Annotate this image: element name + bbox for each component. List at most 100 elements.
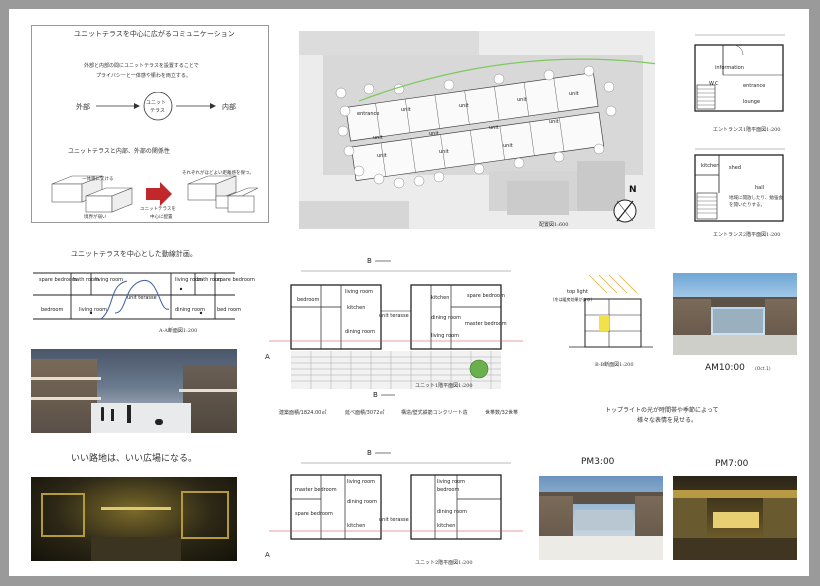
- unit-1f-room: dining room: [431, 315, 461, 321]
- unit-2f-room: living room: [437, 479, 465, 485]
- stat-structure: 構造/壁式鉄筋コンクリート造: [401, 410, 468, 416]
- section-room: living room: [95, 277, 123, 283]
- note-result: それぞれがほどよい距離感を保つ。: [182, 171, 254, 176]
- section-bb-drawing: [569, 274, 653, 348]
- stat-floor-area: 延べ面積/3072㎡: [345, 410, 385, 416]
- note-no-privacy: 境界が弱い: [84, 215, 107, 220]
- entrance-1f-caption: エントランス1階平面図1:200: [713, 127, 781, 133]
- unit-1f-room: master bedroom: [465, 321, 507, 327]
- section-room: living room: [79, 307, 107, 313]
- pm7-time-label: PM7:00: [715, 459, 749, 469]
- unit-2f-drawing: B A: [265, 449, 523, 559]
- section-room: spare bedroom: [39, 277, 77, 283]
- alley-title: いい路地は、いい広場になる。: [71, 454, 198, 464]
- entrance-2f-note: 地域に開放したり、勉強会を開いたりする。: [729, 196, 783, 208]
- unit-2f-room: spare bedroom: [295, 511, 333, 517]
- concept-panel: ユニットテラスを中心に広がるコミュニケーション 外部と内部の間にユニットテラスを…: [31, 25, 269, 223]
- render-am: [673, 273, 797, 355]
- site-caption: 配置図1:600: [539, 222, 569, 228]
- svg-text:B: B: [367, 257, 372, 265]
- svg-text:B: B: [367, 449, 372, 457]
- north-label: N: [629, 185, 637, 195]
- unit-1f-room: spare bedroom: [467, 293, 505, 299]
- site-entrance-label: entrance: [357, 111, 380, 117]
- section-room: bedroom: [41, 307, 64, 313]
- entrance-1f-room: information: [715, 65, 744, 71]
- unit-2f-room: master bedroom: [295, 487, 337, 493]
- unit-1f-room: dining room: [345, 329, 375, 335]
- relation-title: ユニットテラスと内部、外部の関係性: [68, 148, 170, 155]
- section-bb-caption: B-B断面図1:200: [595, 362, 634, 368]
- stat-building-area: 建築面積/1824.00㎡: [279, 410, 327, 416]
- unit-1f-room: kitchen: [347, 305, 366, 311]
- unit-1f-room: kitchen: [431, 295, 450, 301]
- unit-1f-drawing: B A B: [265, 257, 523, 399]
- flow-center-label-1: ユニット: [146, 100, 167, 106]
- unit-1f-room: bedroom: [297, 297, 320, 303]
- site-unit-label: unit: [401, 107, 411, 113]
- site-unit-label: unit: [569, 91, 579, 97]
- section-room: unit terasse: [127, 295, 157, 301]
- toplight-label: top light: [567, 289, 588, 295]
- unit-2f-room: kitchen: [347, 523, 366, 529]
- flow-left-label: 外部: [76, 103, 90, 111]
- site-plan-drawing: [299, 31, 655, 229]
- entrance-1f-room: entrance: [743, 83, 766, 89]
- am-time-label: AM10:00: [705, 363, 745, 373]
- render-pm3: [539, 476, 663, 560]
- movement-title: ユニットテラスを中心とした動線計画。: [71, 250, 197, 258]
- entrance-2f-room: kitchen: [701, 163, 720, 169]
- arrow-caption-2: 中心に配置: [150, 215, 173, 220]
- site-plan: entrance unit unit unit unit unit unit u…: [299, 31, 655, 229]
- arrow-caption-1: ユニットテラスを: [140, 207, 176, 212]
- entrance-1f-room: lounge: [743, 99, 761, 105]
- site-unit-label: unit: [459, 103, 469, 109]
- section-aa: spare bedroom bath room living room unit…: [31, 267, 255, 329]
- svg-text:B: B: [373, 391, 378, 399]
- unit-2f-room: unit terasse: [379, 517, 409, 523]
- unit-1f-room: living room: [431, 333, 459, 339]
- unit-2f-room: living room: [347, 479, 375, 485]
- stat-households: 世帯数/32世帯: [485, 410, 519, 416]
- entrance-2f-room: shed: [729, 165, 742, 171]
- unit-1f-room: unit terasse: [379, 313, 409, 319]
- site-unit-label: unit: [549, 119, 559, 125]
- section-room: spare bedroom: [217, 277, 255, 283]
- toplight-note: (冬は暖房効果がある): [553, 297, 593, 302]
- street-render-dusk: [31, 349, 237, 433]
- site-unit-label: unit: [439, 149, 449, 155]
- site-unit-label: unit: [503, 143, 513, 149]
- entrance-1f-room: W.C: [709, 81, 719, 87]
- concept-intro-1: 外部と内部の間にユニットテラスを設置することで: [84, 63, 199, 69]
- unit-2f-plan: B A master bedroom living room dining ro…: [261, 447, 531, 567]
- site-unit-label: unit: [373, 135, 383, 141]
- render-pm7: [673, 476, 797, 560]
- unit-1f-plan: B A B bedroom kitchen living room dining…: [261, 255, 531, 405]
- site-unit-label: unit: [429, 131, 439, 137]
- entrance-2f-caption: エントランス2階平面図1:200: [713, 232, 781, 238]
- svg-text:A: A: [265, 353, 270, 361]
- unit-2f-room: kitchen: [437, 523, 456, 529]
- am-date-label: (Oct.1): [755, 367, 771, 372]
- presentation-board: ユニットテラスを中心に広がるコミュニケーション 外部と内部の間にユニットテラスを…: [9, 9, 809, 576]
- unit-2f-room: dining room: [437, 509, 467, 515]
- note-weak: 一体感に欠ける: [82, 177, 114, 182]
- section-bb: top light (冬は暖房効果がある): [549, 271, 659, 355]
- unit-1f-room: living room: [345, 289, 373, 295]
- concept-intro-2: プライバシーと一体感や賑わを両立する。: [96, 73, 191, 79]
- unit-2f-room: bedroom: [437, 487, 460, 493]
- flow-center-label-2: テラス: [150, 108, 165, 114]
- flow-right-label: 内部: [222, 103, 236, 111]
- site-unit-label: unit: [517, 97, 527, 103]
- unit-1f-caption: ユニット1階平面図1:200: [415, 383, 473, 389]
- site-unit-label: unit: [377, 153, 387, 159]
- entrance-2f-drawing: [694, 148, 785, 222]
- toplight-text-1: トップライトの光が時間帯や季節によって: [605, 407, 719, 414]
- svg-text:A: A: [265, 551, 270, 559]
- site-unit-label: unit: [489, 125, 499, 131]
- pm3-time-label: PM3:00: [581, 457, 615, 467]
- entrance-1f-drawing: [694, 34, 785, 112]
- section-aa-caption: A-A断面図1:200: [159, 328, 198, 334]
- section-room: dining room: [175, 307, 205, 313]
- unit-2f-room: dining room: [347, 499, 377, 505]
